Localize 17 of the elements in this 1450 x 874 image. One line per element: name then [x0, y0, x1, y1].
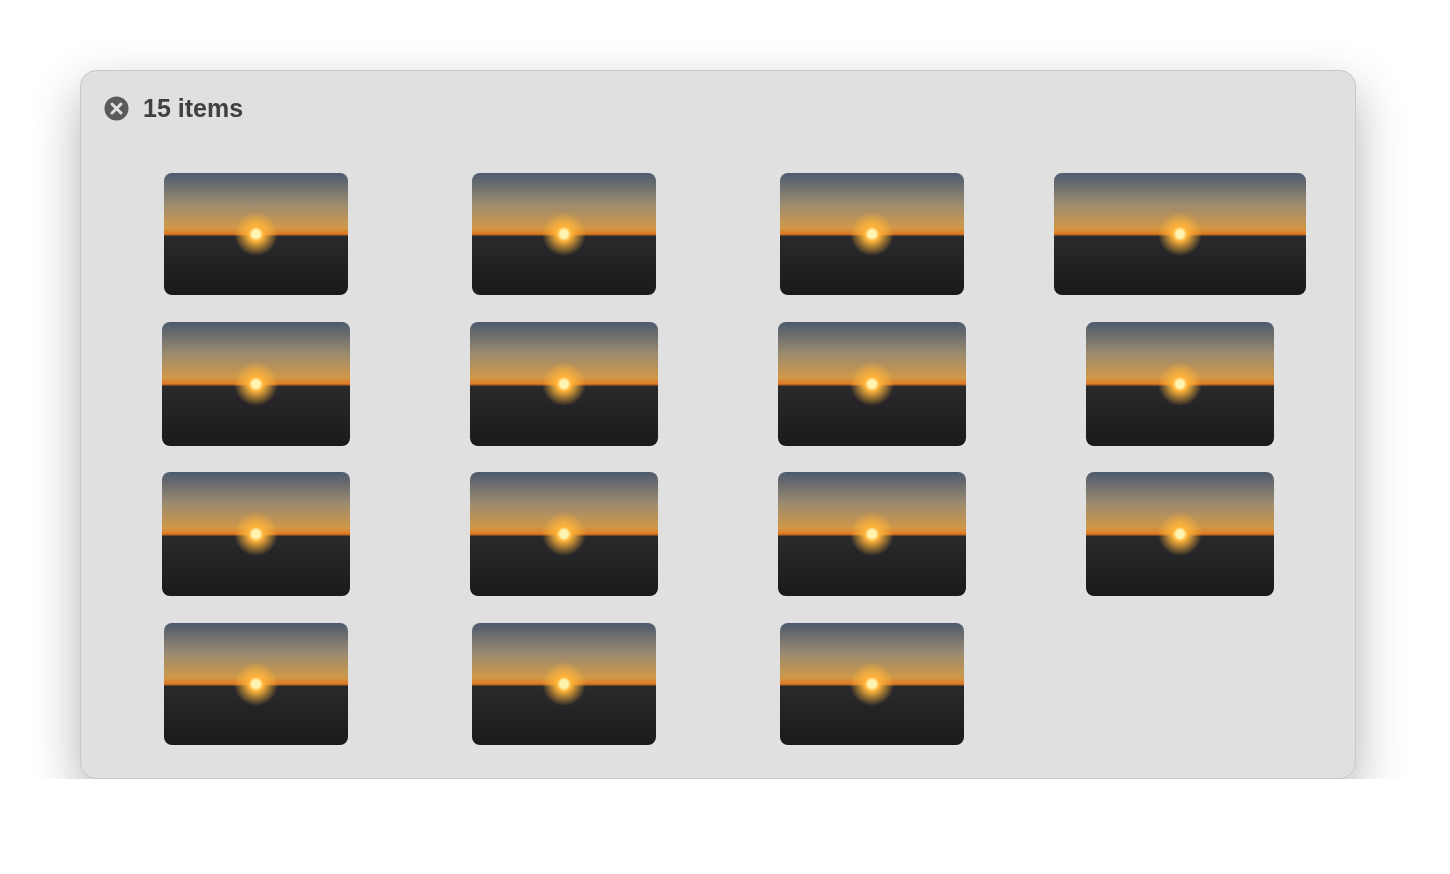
photo-placeholder[interactable]: [778, 322, 966, 446]
photo-placeholder[interactable]: [472, 173, 656, 295]
photo-placeholder[interactable]: [162, 322, 350, 446]
photo-placeholder[interactable]: [472, 623, 656, 745]
photo-placeholder[interactable]: [1086, 322, 1274, 446]
photo-placeholder[interactable]: [470, 472, 658, 596]
photo-placeholder[interactable]: [778, 472, 966, 596]
photo-placeholder[interactable]: [780, 173, 964, 295]
item-count-title: 15 items: [143, 93, 244, 123]
close-icon[interactable]: [104, 95, 129, 121]
photo-placeholder[interactable]: [162, 472, 350, 596]
photo-placeholder[interactable]: [780, 623, 964, 745]
photo-placeholder[interactable]: [164, 173, 348, 295]
photo-placeholder[interactable]: [164, 623, 348, 745]
photo-placeholder[interactable]: [470, 322, 658, 446]
photo-placeholder[interactable]: [1086, 472, 1274, 596]
photo-placeholder[interactable]: [1054, 173, 1306, 295]
